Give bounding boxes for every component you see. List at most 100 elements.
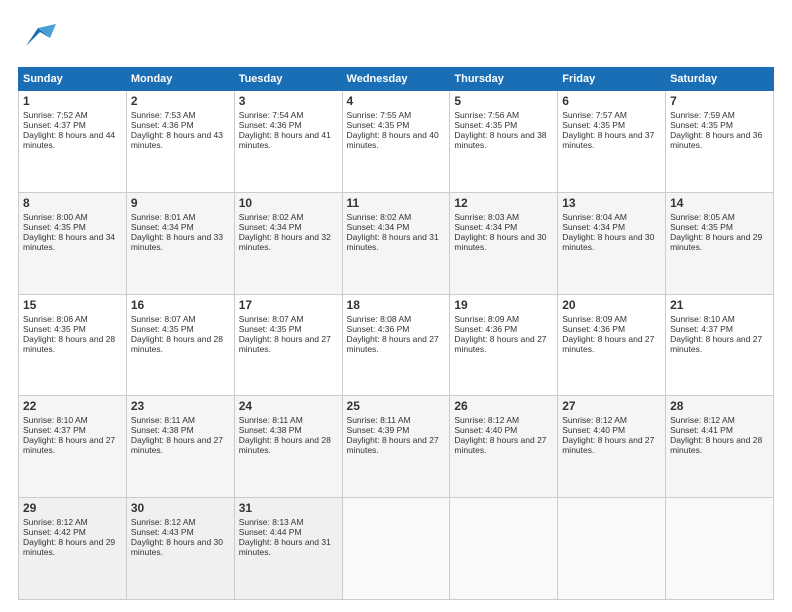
- sunset: Sunset: 4:34 PM: [239, 222, 302, 232]
- daylight: Daylight: 8 hours and 30 minutes.: [454, 232, 546, 252]
- sunrise: Sunrise: 7:59 AM: [670, 110, 735, 120]
- day-number: 5: [454, 94, 553, 108]
- sunrise: Sunrise: 8:02 AM: [347, 212, 412, 222]
- sunset: Sunset: 4:35 PM: [670, 222, 733, 232]
- day-number: 16: [131, 298, 230, 312]
- table-row: 5 Sunrise: 7:56 AMSunset: 4:35 PMDaylight…: [450, 91, 558, 193]
- day-number: 14: [670, 196, 769, 210]
- day-number: 19: [454, 298, 553, 312]
- day-number: 30: [131, 501, 230, 515]
- sunset: Sunset: 4:35 PM: [454, 120, 517, 130]
- daylight: Daylight: 8 hours and 37 minutes.: [562, 130, 654, 150]
- day-number: 10: [239, 196, 338, 210]
- sunrise: Sunrise: 8:07 AM: [239, 314, 304, 324]
- sunrise: Sunrise: 8:10 AM: [23, 415, 88, 425]
- daylight: Daylight: 8 hours and 32 minutes.: [239, 232, 331, 252]
- daylight: Daylight: 8 hours and 44 minutes.: [23, 130, 115, 150]
- sunset: Sunset: 4:34 PM: [131, 222, 194, 232]
- table-row: 10 Sunrise: 8:02 AMSunset: 4:34 PMDayligh…: [234, 192, 342, 294]
- sunset: Sunset: 4:35 PM: [23, 222, 86, 232]
- weekday-header-row: Sunday Monday Tuesday Wednesday Thursday…: [19, 68, 774, 91]
- daylight: Daylight: 8 hours and 43 minutes.: [131, 130, 223, 150]
- daylight: Daylight: 8 hours and 38 minutes.: [454, 130, 546, 150]
- day-number: 13: [562, 196, 661, 210]
- day-number: 3: [239, 94, 338, 108]
- sunrise: Sunrise: 8:11 AM: [239, 415, 303, 425]
- sunrise: Sunrise: 8:02 AM: [239, 212, 304, 222]
- sunset: Sunset: 4:37 PM: [23, 425, 86, 435]
- sunrise: Sunrise: 8:04 AM: [562, 212, 627, 222]
- day-number: 9: [131, 196, 230, 210]
- day-number: 2: [131, 94, 230, 108]
- logo-bird-icon: [18, 18, 56, 61]
- sunrise: Sunrise: 8:00 AM: [23, 212, 88, 222]
- sunset: Sunset: 4:34 PM: [347, 222, 410, 232]
- table-row: [342, 498, 450, 600]
- sunrise: Sunrise: 8:05 AM: [670, 212, 735, 222]
- sunset: Sunset: 4:44 PM: [239, 527, 302, 537]
- sunrise: Sunrise: 8:03 AM: [454, 212, 519, 222]
- table-row: 13 Sunrise: 8:04 AMSunset: 4:34 PMDayligh…: [558, 192, 666, 294]
- day-number: 22: [23, 399, 122, 413]
- sunset: Sunset: 4:40 PM: [454, 425, 517, 435]
- day-number: 25: [347, 399, 446, 413]
- table-row: 23Sunrise: 8:11 AMSunset: 4:38 PMDayligh…: [126, 396, 234, 498]
- sunrise: Sunrise: 7:52 AM: [23, 110, 88, 120]
- sunset: Sunset: 4:42 PM: [23, 527, 86, 537]
- table-row: 15Sunrise: 8:06 AMSunset: 4:35 PMDayligh…: [19, 294, 127, 396]
- sunrise: Sunrise: 7:57 AM: [562, 110, 627, 120]
- sunset: Sunset: 4:40 PM: [562, 425, 625, 435]
- daylight: Daylight: 8 hours and 27 minutes.: [239, 334, 331, 354]
- sunrise: Sunrise: 8:12 AM: [454, 415, 519, 425]
- sunrise: Sunrise: 7:55 AM: [347, 110, 412, 120]
- daylight: Daylight: 8 hours and 29 minutes.: [670, 232, 762, 252]
- day-number: 21: [670, 298, 769, 312]
- daylight: Daylight: 8 hours and 28 minutes.: [131, 334, 223, 354]
- table-row: 6 Sunrise: 7:57 AMSunset: 4:35 PMDaylight…: [558, 91, 666, 193]
- sunrise: Sunrise: 8:10 AM: [670, 314, 735, 324]
- table-row: 17Sunrise: 8:07 AMSunset: 4:35 PMDayligh…: [234, 294, 342, 396]
- sunrise: Sunrise: 8:01 AM: [131, 212, 196, 222]
- sunset: Sunset: 4:36 PM: [239, 120, 302, 130]
- sunset: Sunset: 4:37 PM: [670, 324, 733, 334]
- daylight: Daylight: 8 hours and 36 minutes.: [670, 130, 762, 150]
- header-wednesday: Wednesday: [342, 68, 450, 91]
- daylight: Daylight: 8 hours and 40 minutes.: [347, 130, 439, 150]
- sunrise: Sunrise: 8:12 AM: [23, 517, 88, 527]
- sunset: Sunset: 4:35 PM: [239, 324, 302, 334]
- header-sunday: Sunday: [19, 68, 127, 91]
- sunset: Sunset: 4:35 PM: [562, 120, 625, 130]
- table-row: [450, 498, 558, 600]
- sunrise: Sunrise: 7:56 AM: [454, 110, 519, 120]
- sunset: Sunset: 4:41 PM: [670, 425, 733, 435]
- daylight: Daylight: 8 hours and 27 minutes.: [347, 334, 439, 354]
- sunset: Sunset: 4:38 PM: [239, 425, 302, 435]
- table-row: 9Sunrise: 8:01 AMSunset: 4:34 PMDaylight…: [126, 192, 234, 294]
- day-number: 23: [131, 399, 230, 413]
- sunset: Sunset: 4:35 PM: [670, 120, 733, 130]
- table-row: 26 Sunrise: 8:12 AMSunset: 4:40 PMDayligh…: [450, 396, 558, 498]
- sunrise: Sunrise: 8:09 AM: [562, 314, 627, 324]
- sunset: Sunset: 4:35 PM: [23, 324, 86, 334]
- daylight: Daylight: 8 hours and 27 minutes.: [670, 334, 762, 354]
- daylight: Daylight: 8 hours and 27 minutes.: [562, 435, 654, 455]
- table-row: 20Sunrise: 8:09 AMSunset: 4:36 PMDayligh…: [558, 294, 666, 396]
- sunrise: Sunrise: 8:12 AM: [670, 415, 735, 425]
- sunset: Sunset: 4:34 PM: [562, 222, 625, 232]
- sunrise: Sunrise: 8:08 AM: [347, 314, 412, 324]
- table-row: [558, 498, 666, 600]
- daylight: Daylight: 8 hours and 27 minutes.: [454, 334, 546, 354]
- day-number: 26: [454, 399, 553, 413]
- bird-svg: [18, 18, 56, 56]
- table-row: 24Sunrise: 8:11 AMSunset: 4:38 PMDayligh…: [234, 396, 342, 498]
- daylight: Daylight: 8 hours and 30 minutes.: [562, 232, 654, 252]
- sunset: Sunset: 4:43 PM: [131, 527, 194, 537]
- daylight: Daylight: 8 hours and 27 minutes.: [347, 435, 439, 455]
- daylight: Daylight: 8 hours and 27 minutes.: [562, 334, 654, 354]
- sunset: Sunset: 4:37 PM: [23, 120, 86, 130]
- daylight: Daylight: 8 hours and 41 minutes.: [239, 130, 331, 150]
- daylight: Daylight: 8 hours and 27 minutes.: [454, 435, 546, 455]
- header: [18, 18, 774, 61]
- day-number: 6: [562, 94, 661, 108]
- table-row: 30Sunrise: 8:12 AMSunset: 4:43 PMDayligh…: [126, 498, 234, 600]
